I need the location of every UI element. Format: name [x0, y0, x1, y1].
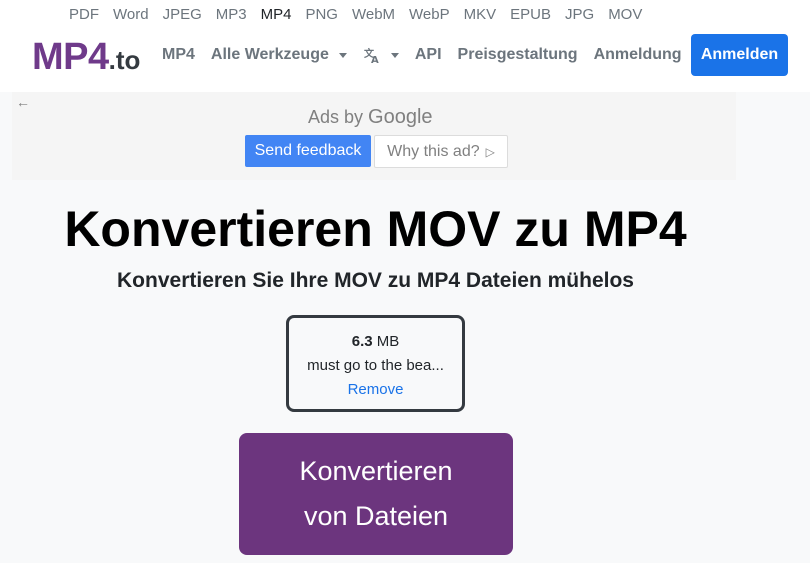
logo-main-text: MP4 — [32, 36, 109, 78]
convert-files-button[interactable]: Konvertieren von Dateien — [239, 433, 513, 555]
nav-dropdown-language[interactable]: 文 A — [355, 46, 407, 64]
site-logo[interactable]: MP4 .to — [32, 36, 140, 79]
format-link-pdf[interactable]: PDF — [62, 0, 106, 30]
format-link-jpg[interactable]: JPG — [558, 0, 601, 30]
nav-link-pricing[interactable]: Preisgestaltung — [450, 46, 586, 64]
uploaded-file-card: 6.3 MB must go to the bea... Remove — [286, 315, 465, 412]
send-feedback-button[interactable]: Send feedback — [245, 135, 371, 167]
why-this-ad-label: Why this ad? — [387, 142, 480, 160]
page-subtitle: Konvertieren Sie Ihre MOV zu MP4 Dateien… — [117, 269, 634, 292]
nav-links: MP4 Alle Werkzeuge 文 A API Preisgestaltu… — [154, 30, 690, 80]
remove-file-link[interactable]: Remove — [348, 380, 404, 400]
ads-by-google-label: Ads by Google — [308, 106, 433, 129]
convert-label-line1: Konvertieren — [299, 456, 453, 486]
page-title: Konvertieren MOV zu MP4 — [64, 201, 687, 257]
chevron-down-icon — [390, 52, 399, 58]
back-arrow-icon[interactable]: ← — [16, 94, 30, 110]
format-link-mp3[interactable]: MP3 — [209, 0, 254, 30]
nav-link-api[interactable]: API — [407, 46, 450, 64]
format-bar: PDF Word JPEG MP3 MP4 PNG WebM WebP MKV … — [0, 0, 810, 30]
why-this-ad-button[interactable]: Why this ad? ▷ — [374, 135, 508, 168]
nav-dropdown-tools-label: Alle Werkzeuge — [210, 46, 329, 63]
ads-by-text: Ads by — [308, 107, 364, 127]
format-link-mov[interactable]: MOV — [601, 0, 649, 30]
nav-link-login[interactable]: Anmeldung — [586, 46, 690, 64]
translate-icon: 文 A — [364, 47, 379, 64]
file-size-value: 6.3 — [351, 333, 373, 350]
chevron-down-icon — [338, 52, 347, 58]
svg-text:A: A — [371, 55, 379, 64]
logo-tld-text: .to — [108, 45, 141, 75]
file-name: must go to the bea... — [307, 357, 444, 374]
main-navbar: MP4 .to MP4 Alle Werkzeuge 文 A API Preis… — [0, 30, 810, 92]
format-link-word[interactable]: Word — [106, 0, 156, 30]
google-text: Google — [368, 106, 433, 128]
convert-label-line2: von Dateien — [303, 501, 449, 531]
ad-banner: ← Ads by Google Send feedback Why this a… — [12, 92, 736, 180]
nav-link-mp4[interactable]: MP4 — [154, 46, 203, 64]
play-triangle-icon: ▷ — [485, 144, 495, 159]
file-size: 6.3 MB — [289, 332, 462, 352]
format-link-epub[interactable]: EPUB — [503, 0, 558, 30]
format-link-mkv[interactable]: MKV — [457, 0, 504, 30]
format-link-jpeg[interactable]: JPEG — [156, 0, 209, 30]
format-link-webp[interactable]: WebP — [402, 0, 457, 30]
file-size-unit: MB — [376, 333, 400, 350]
nav-dropdown-tools[interactable]: Alle Werkzeuge — [203, 46, 355, 64]
format-link-mp4[interactable]: MP4 — [254, 0, 299, 30]
format-link-webm[interactable]: WebM — [345, 0, 402, 30]
format-link-png[interactable]: PNG — [298, 0, 345, 30]
signup-button[interactable]: Anmelden — [691, 34, 788, 76]
